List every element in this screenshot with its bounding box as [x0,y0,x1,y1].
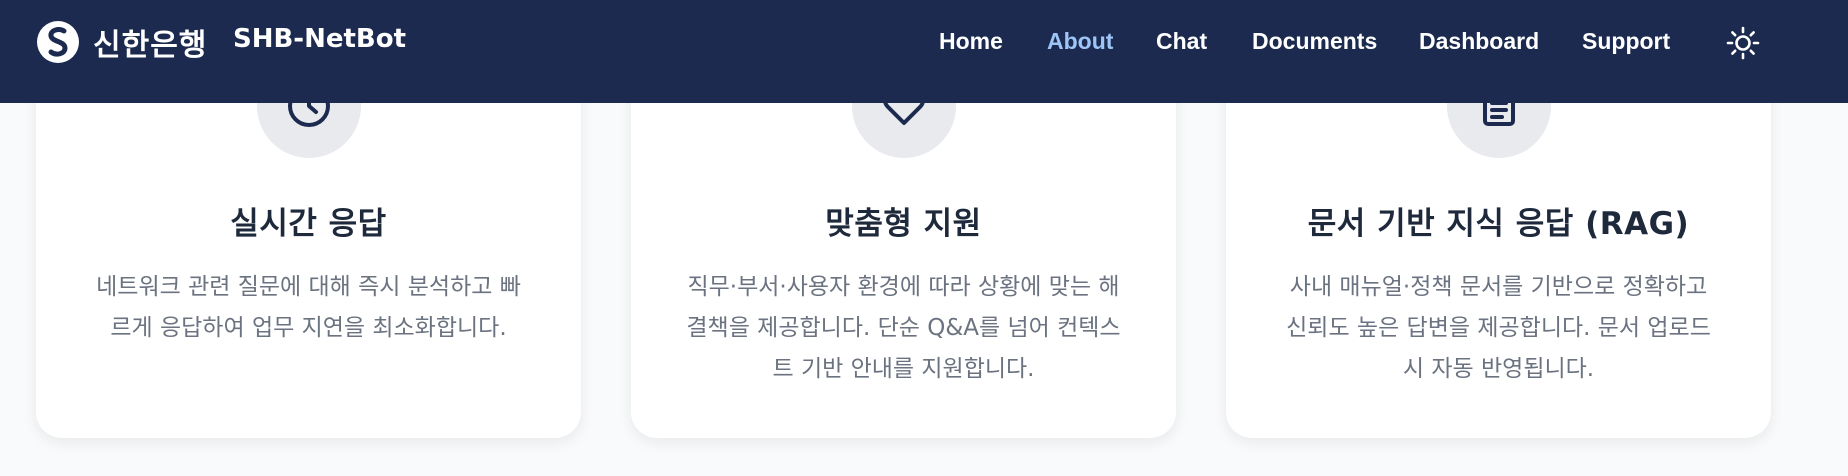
feature-title: 문서 기반 지식 응답 (RAG) [1307,206,1690,242]
nav-link-documents[interactable]: Documents [1252,28,1377,55]
sun-icon[interactable] [1726,26,1760,60]
shinhan-logo-icon[interactable] [37,21,79,63]
brand-product-name[interactable]: SHB-NetBot [233,24,406,54]
feature-title: 맞춤형 지원 [825,206,982,242]
nav-link-chat[interactable]: Chat [1156,28,1207,55]
nav-link-about[interactable]: About [1047,28,1113,55]
feature-title: 실시간 응답 [230,206,387,242]
brand-name-korean[interactable]: 신한은행 [93,20,207,64]
feature-description: 사내 매뉴얼·정책 문서를 기반으로 정확하고 신뢰도 높은 답변을 제공합니다… [1286,274,1711,382]
nav-link-home[interactable]: Home [939,28,1003,55]
top-navbar: 신한은행 SHB-NetBot Home About Chat Document… [0,0,1848,103]
nav-link-support[interactable]: Support [1582,28,1670,55]
feature-description: 직무·부서·사용자 환경에 따라 상황에 맞는 해결책을 제공합니다. 단순 Q… [686,274,1121,382]
nav-link-dashboard[interactable]: Dashboard [1419,28,1539,55]
feature-description: 네트워크 관련 질문에 대해 즉시 분석하고 빠르게 응답하여 업무 지연을 최… [96,274,521,341]
